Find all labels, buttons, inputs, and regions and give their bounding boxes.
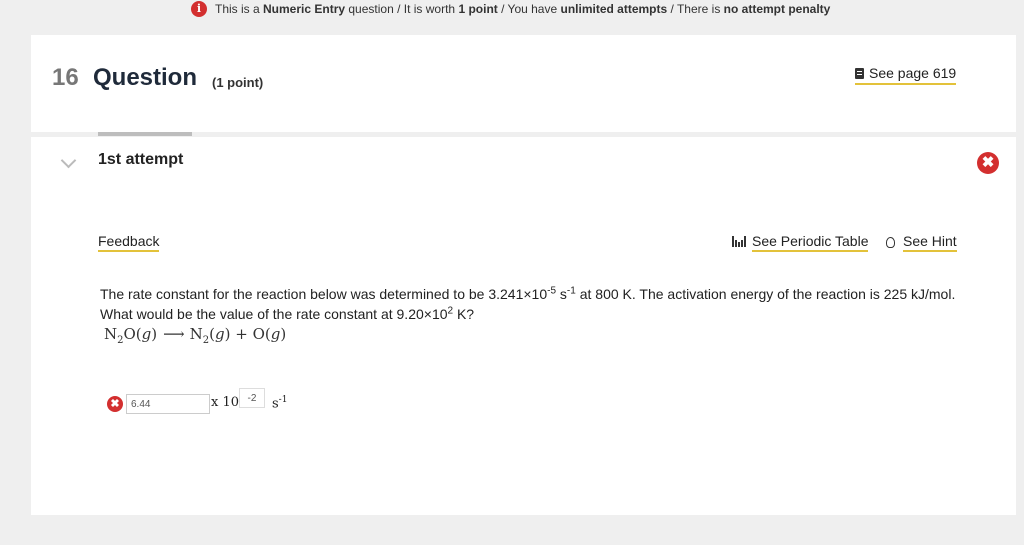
answer-exponent-input[interactable] xyxy=(239,388,265,408)
question-points: (1 point) xyxy=(212,75,264,90)
periodic-table-link[interactable]: See Periodic Table xyxy=(732,233,869,252)
reaction-arrow: ⟶ xyxy=(163,325,184,343)
answer-unit: s-1 xyxy=(272,395,288,412)
see-page-link[interactable]: See page 619 xyxy=(855,65,957,85)
feedback-link[interactable]: Feedback xyxy=(98,233,160,252)
book-icon xyxy=(855,68,864,79)
question-title: Question xyxy=(93,64,198,91)
question-info-text: This is a Numeric Entry question / It is… xyxy=(215,2,831,16)
periodic-table-icon xyxy=(732,236,746,247)
close-icon[interactable]: ✖ xyxy=(977,152,999,174)
question-number: 16 xyxy=(52,64,79,91)
hint-link[interactable]: See Hint xyxy=(886,233,957,252)
info-icon: i xyxy=(191,1,207,17)
question-text: The rate constant for the reaction below… xyxy=(100,285,956,322)
lightbulb-icon xyxy=(886,237,895,248)
attempt-label[interactable]: 1st attempt xyxy=(98,151,183,169)
incorrect-answer-icon: ✖ xyxy=(107,396,123,412)
times-ten-label: x 10 xyxy=(211,395,240,410)
answer-mantissa-input[interactable] xyxy=(126,394,210,414)
attempt-tab-indicator xyxy=(98,132,192,136)
reaction-equation: N2O(g) ⟶ N2(g) + O(g) xyxy=(104,325,287,346)
question-info-bar: i This is a Numeric Entry question / It … xyxy=(0,0,1024,20)
